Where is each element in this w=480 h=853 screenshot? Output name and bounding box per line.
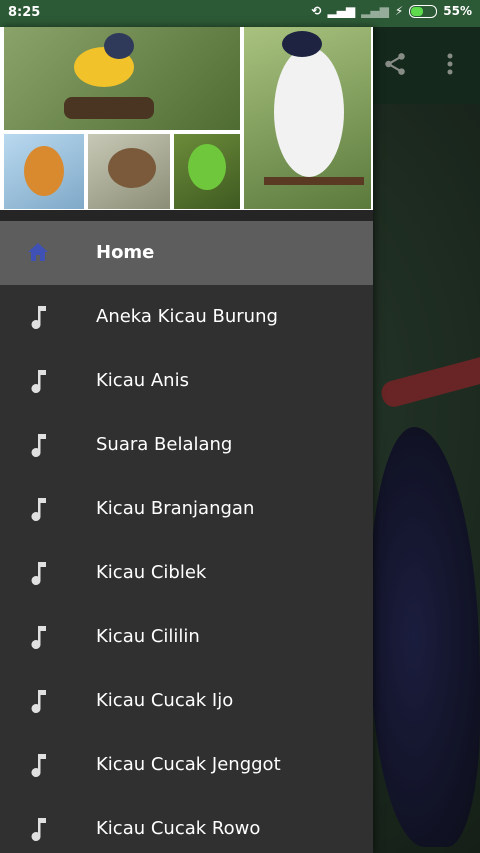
- navigation-drawer: Home Aneka Kicau Burung Kicau Anis Suara…: [0, 27, 373, 853]
- drawer-item-kicau-branjangan[interactable]: Kicau Branjangan: [0, 477, 373, 541]
- drawer-item-label: Kicau Ciblek: [96, 562, 207, 583]
- music-note-icon: [26, 560, 50, 586]
- drawer-item-kicau-ciblek[interactable]: Kicau Ciblek: [0, 541, 373, 605]
- bird-photo-yellow: [4, 27, 240, 130]
- bird-photo-sparrow: [88, 134, 170, 209]
- home-icon: [26, 240, 50, 266]
- drawer-item-kicau-cucak-rowo[interactable]: Kicau Cucak Rowo: [0, 797, 373, 853]
- drawer-item-label: Kicau Anis: [96, 370, 189, 391]
- drawer-item-label: Suara Belalang: [96, 434, 233, 455]
- drawer-item-home[interactable]: Home: [0, 221, 373, 285]
- signal-weak-icon: ▂▄▆: [361, 4, 389, 18]
- drawer-item-label: Aneka Kicau Burung: [96, 306, 278, 327]
- drawer-item-aneka-kicau-burung[interactable]: Aneka Kicau Burung: [0, 285, 373, 349]
- bird-photo-orange: [4, 134, 84, 209]
- music-note-icon: [26, 496, 50, 522]
- battery-percent: 55%: [443, 4, 472, 18]
- drawer-item-label: Kicau Cucak Rowo: [96, 818, 261, 839]
- music-note-icon: [26, 368, 50, 394]
- signal-icon: ▂▄▆: [327, 4, 356, 18]
- drawer-item-label: Kicau Cucak Jenggot: [96, 754, 281, 775]
- drawer-item-label: Kicau Cucak Ijo: [96, 690, 234, 711]
- music-note-icon: [26, 624, 50, 650]
- battery-icon: [409, 4, 438, 18]
- music-note-icon: [26, 752, 50, 778]
- music-note-icon: [26, 304, 50, 330]
- drawer-header-collage: [0, 27, 373, 210]
- status-time: 8:25: [8, 5, 41, 20]
- drawer-item-label: Kicau Cililin: [96, 626, 200, 647]
- drawer-item-label: Home: [96, 242, 155, 263]
- music-note-icon: [26, 688, 50, 714]
- drawer-item-kicau-cucak-jenggot[interactable]: Kicau Cucak Jenggot: [0, 733, 373, 797]
- status-icons: ⟲ ▂▄▆ ▂▄▆ ⚡ 55%: [311, 4, 472, 18]
- charging-icon: ⚡: [394, 4, 404, 18]
- bird-photo-green: [174, 134, 240, 209]
- status-bar: 8:25 ⟲ ▂▄▆ ▂▄▆ ⚡ 55%: [0, 0, 480, 27]
- drawer-item-label: Kicau Branjangan: [96, 498, 255, 519]
- bird-photo-white: [244, 27, 371, 209]
- music-note-icon: [26, 432, 50, 458]
- drawer-item-kicau-cililin[interactable]: Kicau Cililin: [0, 605, 373, 669]
- drawer-menu: Home Aneka Kicau Burung Kicau Anis Suara…: [0, 221, 373, 853]
- music-note-icon: [26, 816, 50, 842]
- drawer-item-kicau-cucak-ijo[interactable]: Kicau Cucak Ijo: [0, 669, 373, 733]
- drawer-item-suara-belalang[interactable]: Suara Belalang: [0, 413, 373, 477]
- sync-off-icon: ⟲: [311, 4, 322, 18]
- drawer-item-kicau-anis[interactable]: Kicau Anis: [0, 349, 373, 413]
